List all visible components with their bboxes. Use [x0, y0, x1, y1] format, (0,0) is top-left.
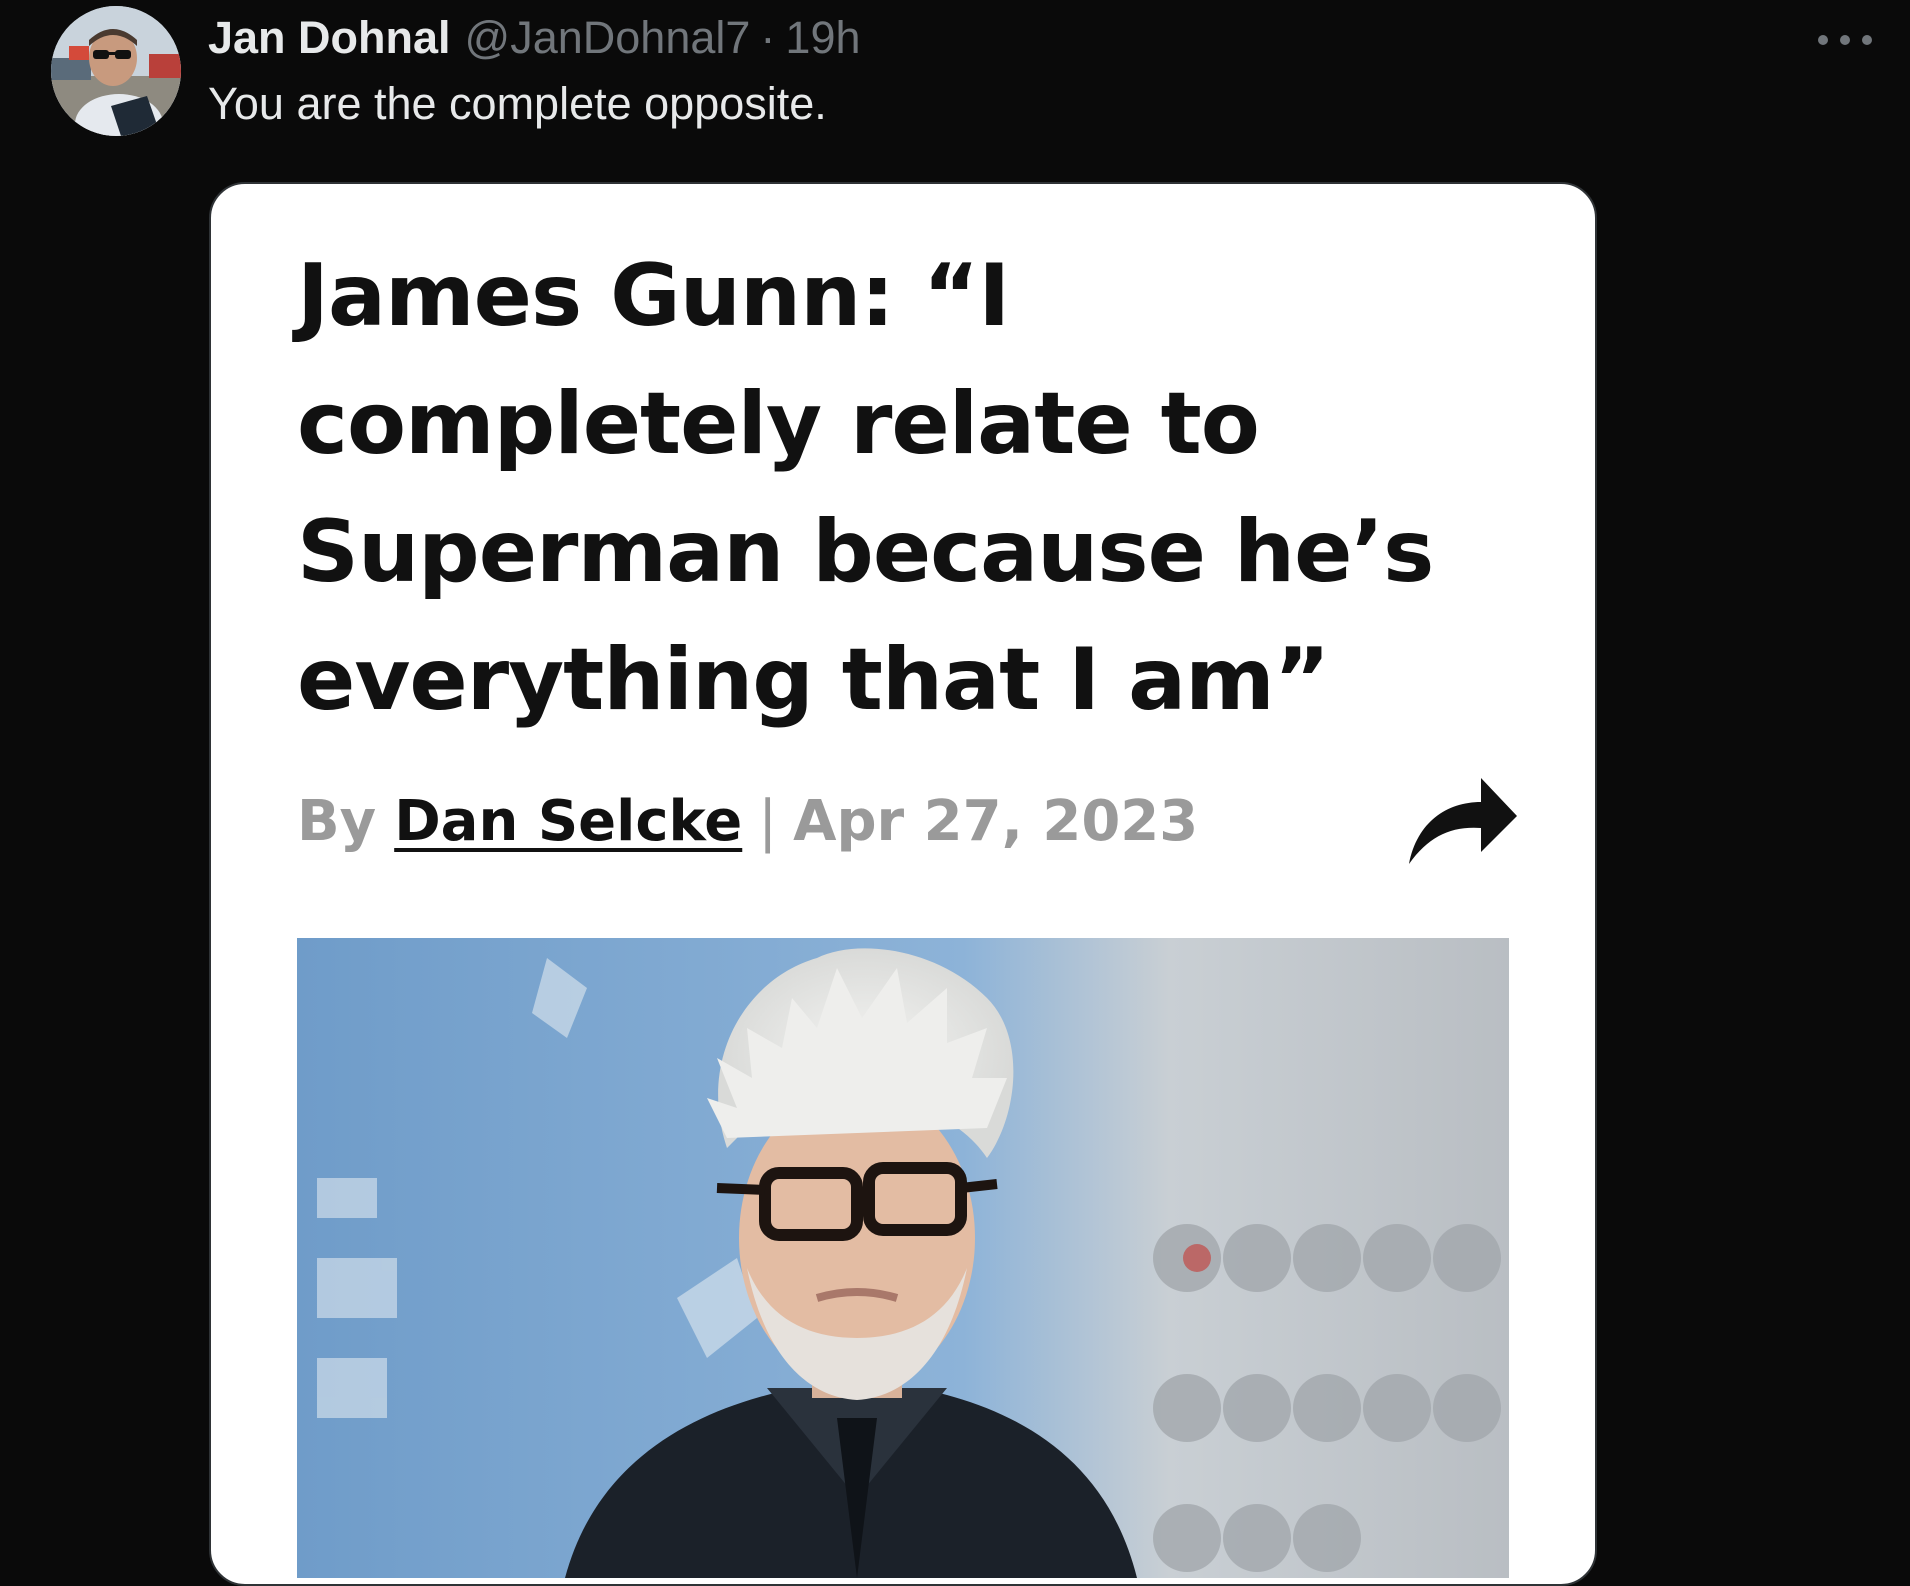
header-separator: ·	[760, 12, 776, 63]
article-photo	[297, 938, 1509, 1578]
tweet-text: You are the complete opposite.	[208, 78, 827, 129]
user-avatar[interactable]	[51, 6, 181, 136]
attached-image[interactable]: James Gunn: “I completely relate to Supe…	[209, 182, 1597, 1586]
share-arrow-icon[interactable]	[1403, 762, 1523, 872]
timestamp[interactable]: 19h	[785, 12, 860, 64]
user-handle[interactable]: @JanDohnal7	[465, 12, 751, 64]
byline-by: By	[297, 788, 377, 854]
article-byline: By Dan Selcke | Apr 27, 2023	[297, 776, 1198, 866]
article-date: Apr 27, 2023	[793, 788, 1199, 854]
byline-separator: |	[758, 788, 778, 854]
more-horizontal-icon[interactable]	[1818, 22, 1872, 58]
avatar-image	[51, 6, 181, 136]
more-dot	[1818, 35, 1828, 45]
more-dot	[1840, 35, 1850, 45]
article-title: James Gunn: “I completely relate to Supe…	[297, 246, 1434, 730]
display-name[interactable]: Jan Dohnal	[208, 12, 451, 64]
more-dot	[1862, 35, 1872, 45]
tweet-header: Jan Dohnal @JanDohnal7 · 19h	[208, 8, 861, 68]
tweet: Jan Dohnal @JanDohnal7 · 19h You are the…	[0, 0, 1910, 1586]
author-link[interactable]: Dan Selcke	[394, 789, 742, 854]
